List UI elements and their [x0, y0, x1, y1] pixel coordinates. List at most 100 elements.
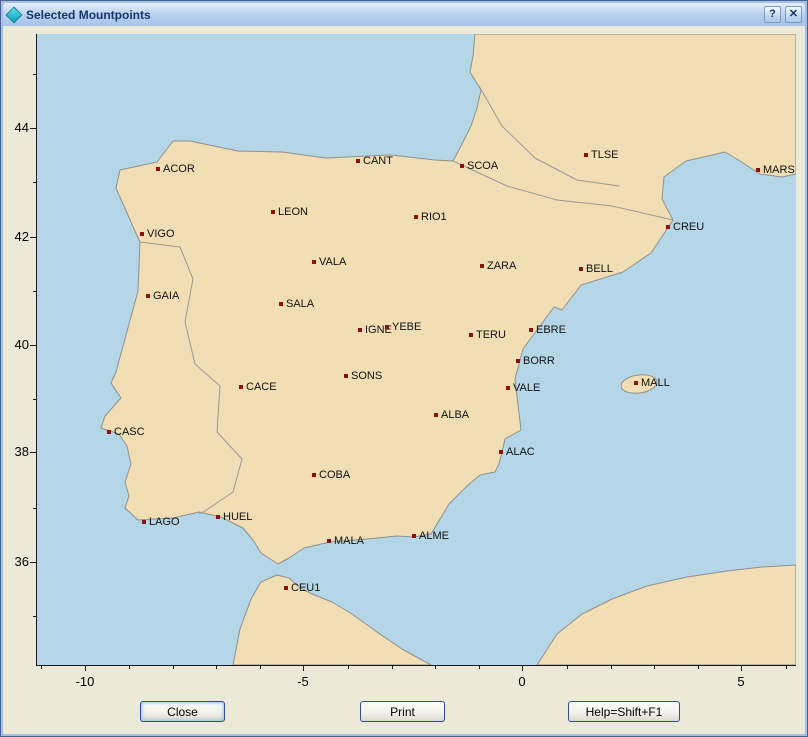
- y-minor-tick: [33, 399, 36, 400]
- station-marker-icon: [385, 325, 389, 329]
- station-label: BORR: [523, 355, 555, 367]
- station-leon: LEON: [271, 206, 308, 218]
- y-major-tick: [30, 237, 36, 238]
- y-minor-tick: [33, 291, 36, 292]
- station-vala: VALA: [312, 256, 346, 268]
- station-mala: MALA: [327, 535, 364, 547]
- x-tick-label: -10: [65, 674, 105, 689]
- plot-area[interactable]: ACORCANTSCOATLSEMARSLEONRIO1CREUVIGOVALA…: [36, 34, 796, 666]
- station-marker-icon: [327, 539, 331, 543]
- y-tick-label: 40: [5, 337, 29, 352]
- station-lago: LAGO: [142, 516, 180, 528]
- station-marker-icon: [358, 328, 362, 332]
- station-borr: BORR: [516, 355, 555, 367]
- station-marker-icon: [140, 232, 144, 236]
- x-minor-tick: [698, 666, 699, 669]
- station-label: EBRE: [536, 324, 566, 336]
- x-minor-tick: [173, 666, 174, 669]
- station-alba: ALBA: [434, 409, 469, 421]
- station-marker-icon: [469, 333, 473, 337]
- station-marker-icon: [271, 210, 275, 214]
- station-marker-icon: [434, 413, 438, 417]
- station-ceu1: CEU1: [284, 582, 320, 594]
- x-minor-tick: [479, 666, 480, 669]
- y-minor-tick: [33, 74, 36, 75]
- y-tick-label: 38: [5, 444, 29, 459]
- station-label: VIGO: [147, 228, 175, 240]
- station-label: COBA: [319, 469, 350, 481]
- station-label: BELL: [586, 263, 613, 275]
- station-label: MALL: [641, 377, 670, 389]
- x-minor-tick: [654, 666, 655, 669]
- station-label: SCOA: [467, 160, 498, 172]
- help-titlebar-button[interactable]: ?: [764, 6, 781, 23]
- station-label: ZARA: [487, 260, 516, 272]
- station-label: VALE: [513, 382, 540, 394]
- station-marker-icon: [529, 328, 533, 332]
- x-major-tick: [303, 666, 304, 671]
- station-label: ALBA: [441, 409, 469, 421]
- station-marker-icon: [480, 264, 484, 268]
- titlebar[interactable]: Selected Mountpoints ? ✕: [3, 3, 805, 26]
- y-minor-tick: [33, 182, 36, 183]
- station-marker-icon: [344, 374, 348, 378]
- station-marker-icon: [516, 359, 520, 363]
- station-label: ALAC: [506, 446, 535, 458]
- station-label: CEU1: [291, 582, 320, 594]
- station-marker-icon: [460, 164, 464, 168]
- station-label: MARS: [763, 164, 795, 176]
- close-button[interactable]: Close: [140, 701, 225, 722]
- station-marker-icon: [634, 381, 638, 385]
- y-minor-tick: [33, 616, 36, 617]
- station-label: CACE: [246, 381, 277, 393]
- station-acor: ACOR: [156, 163, 195, 175]
- y-major-tick: [30, 452, 36, 453]
- station-label: ACOR: [163, 163, 195, 175]
- station-marker-icon: [284, 586, 288, 590]
- station-marker-icon: [579, 267, 583, 271]
- station-alme: ALME: [412, 530, 449, 542]
- selected-mountpoints-window: Selected Mountpoints ? ✕ ACOR CANT: [0, 0, 808, 737]
- print-button[interactable]: Print: [360, 701, 445, 722]
- station-alac: ALAC: [499, 446, 535, 458]
- station-label: LEON: [278, 206, 308, 218]
- y-tick-label: 36: [5, 554, 29, 569]
- window-title: Selected Mountpoints: [26, 8, 760, 22]
- x-minor-tick: [435, 666, 436, 669]
- y-minor-tick: [33, 508, 36, 509]
- y-tick-label: 42: [5, 229, 29, 244]
- station-coba: COBA: [312, 469, 350, 481]
- y-major-tick: [30, 345, 36, 346]
- station-marker-icon: [506, 386, 510, 390]
- station-marker-icon: [239, 385, 243, 389]
- x-minor-tick: [348, 666, 349, 669]
- help-button[interactable]: Help=Shift+F1: [568, 701, 680, 722]
- x-minor-tick: [392, 666, 393, 669]
- station-marker-icon: [107, 430, 111, 434]
- y-major-tick: [30, 128, 36, 129]
- station-label: RIO1: [421, 211, 447, 223]
- station-gaia: GAIA: [146, 290, 179, 302]
- station-casc: CASC: [107, 426, 145, 438]
- station-marker-icon: [414, 215, 418, 219]
- station-marker-icon: [216, 515, 220, 519]
- station-label: YEBE: [392, 321, 421, 333]
- x-minor-tick: [786, 666, 787, 669]
- station-label: ALME: [419, 530, 449, 542]
- station-bell: BELL: [579, 263, 613, 275]
- station-ebre: EBRE: [529, 324, 566, 336]
- close-titlebar-button[interactable]: ✕: [785, 6, 802, 23]
- station-creu: CREU: [666, 221, 704, 233]
- station-marker-icon: [312, 473, 316, 477]
- x-tick-label: 5: [721, 674, 761, 689]
- station-yebe: YEBE: [385, 321, 421, 333]
- station-mars: MARS: [756, 164, 795, 176]
- x-minor-tick: [41, 666, 42, 669]
- y-tick-label: 44: [5, 120, 29, 135]
- station-sons: SONS: [344, 370, 382, 382]
- station-cant: CANT: [356, 155, 393, 167]
- station-vale: VALE: [506, 382, 540, 394]
- station-label: LAGO: [149, 516, 180, 528]
- station-label: SONS: [351, 370, 382, 382]
- x-major-tick: [85, 666, 86, 671]
